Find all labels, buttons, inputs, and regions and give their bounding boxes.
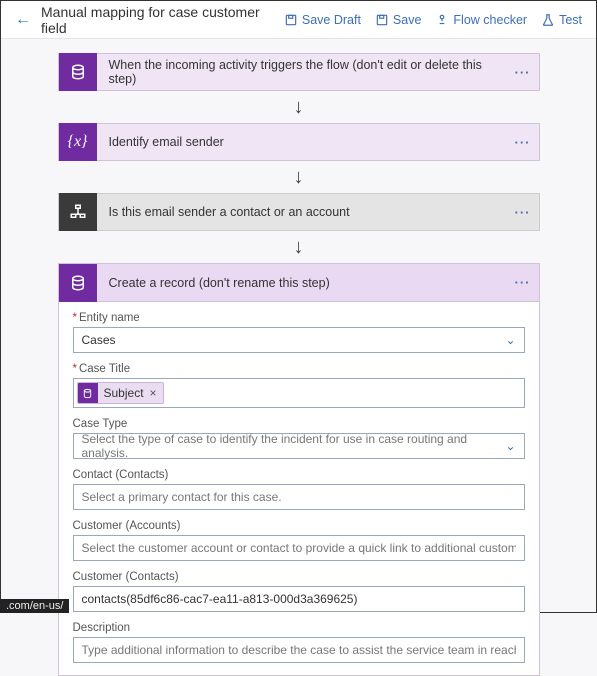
field-label: Customer (Accounts) [73,520,525,532]
save-icon [375,13,389,27]
flask-icon [541,13,555,27]
description-input[interactable]: Type additional information to describe … [73,637,525,663]
field-label: Contact (Contacts) [73,469,525,481]
database-icon [59,53,97,91]
step-create-record-card: Create a record (don't rename this step)… [58,263,540,676]
arrow-down-icon: ↓ [294,237,304,257]
field-label: Description [73,622,525,634]
status-bar: .com/en-us/ [0,599,69,613]
step-menu-icon[interactable]: ··· [507,135,539,150]
field-customer-contacts: Customer (Contacts) contacts(85df6c86-ca… [73,571,525,612]
field-label: Case Title [73,363,525,375]
save-label: Save [393,13,422,27]
token-label: Subject [104,386,144,400]
step-trigger[interactable]: When the incoming activity triggers the … [58,53,540,91]
flow-checker-button[interactable]: Flow checker [435,13,527,27]
save-draft-button[interactable]: Save Draft [284,13,361,27]
customer-contacts-value: contacts(85df6c86-cac7-ea11-a813-000d3a3… [82,592,358,606]
arrow-down-icon: ↓ [294,167,304,187]
customer-contacts-input[interactable]: contacts(85df6c86-cac7-ea11-a813-000d3a3… [73,586,525,612]
condition-icon [59,193,97,231]
field-description: Description Type additional information … [73,622,525,663]
save-draft-icon [284,13,298,27]
header-actions: Save Draft Save Flow checker Test [284,13,582,27]
description-placeholder: Type additional information to describe … [82,643,516,657]
flow-canvas: When the incoming activity triggers the … [1,39,596,676]
field-label: Entity name [73,312,525,324]
step-condition[interactable]: Is this email sender a contact or an acc… [58,193,540,231]
database-icon [59,264,97,302]
step-menu-icon[interactable]: ··· [507,275,539,290]
test-button[interactable]: Test [541,13,582,27]
arrow-down-icon: ↓ [294,97,304,117]
field-case-title: Case Title Subject × [73,363,525,408]
card-body: Entity name Cases ⌄ Case Title Subject × [59,302,539,675]
entity-name-select[interactable]: Cases ⌄ [73,327,525,353]
case-title-input[interactable]: Subject × [73,378,525,408]
save-draft-label: Save Draft [302,13,361,27]
step-identify-sender-label: Identify email sender [97,135,507,149]
back-arrow-icon[interactable]: ← [15,11,31,29]
case-type-select[interactable]: Select the type of case to identify the … [73,433,525,459]
test-label: Test [559,13,582,27]
customer-accounts-input[interactable]: Select the customer account or contact t… [73,535,525,561]
customer-accounts-placeholder: Select the customer account or contact t… [82,541,516,555]
step-condition-label: Is this email sender a contact or an acc… [97,205,507,219]
step-create-record-label: Create a record (don't rename this step) [97,276,507,290]
field-entity-name: Entity name Cases ⌄ [73,312,525,353]
field-label: Customer (Contacts) [73,571,525,583]
field-case-type: Case Type Select the type of case to ide… [73,418,525,459]
database-icon [78,382,98,404]
page-header: ← Manual mapping for case customer field… [1,1,596,39]
case-type-placeholder: Select the type of case to identify the … [82,432,506,460]
variable-icon: {x} [59,123,97,161]
flow-checker-icon [435,13,449,27]
step-menu-icon[interactable]: ··· [507,65,539,80]
contact-input[interactable]: Select a primary contact for this case. [73,484,525,510]
step-trigger-label: When the incoming activity triggers the … [97,58,507,86]
step-create-record-header[interactable]: Create a record (don't rename this step)… [59,264,539,302]
save-button[interactable]: Save [375,13,422,27]
step-identify-sender[interactable]: {x} Identify email sender ··· [58,123,540,161]
token-remove-icon[interactable]: × [150,386,157,400]
chevron-down-icon: ⌄ [505,439,515,453]
step-menu-icon[interactable]: ··· [507,205,539,220]
dynamic-token-subject[interactable]: Subject × [77,382,164,404]
flow-checker-label: Flow checker [453,13,527,27]
entity-name-value: Cases [82,333,116,347]
field-label: Case Type [73,418,525,430]
chevron-down-icon: ⌄ [505,333,515,347]
field-contact: Contact (Contacts) Select a primary cont… [73,469,525,510]
contact-placeholder: Select a primary contact for this case. [82,490,282,504]
field-customer-accounts: Customer (Accounts) Select the customer … [73,520,525,561]
page-title: Manual mapping for case customer field [41,4,284,36]
